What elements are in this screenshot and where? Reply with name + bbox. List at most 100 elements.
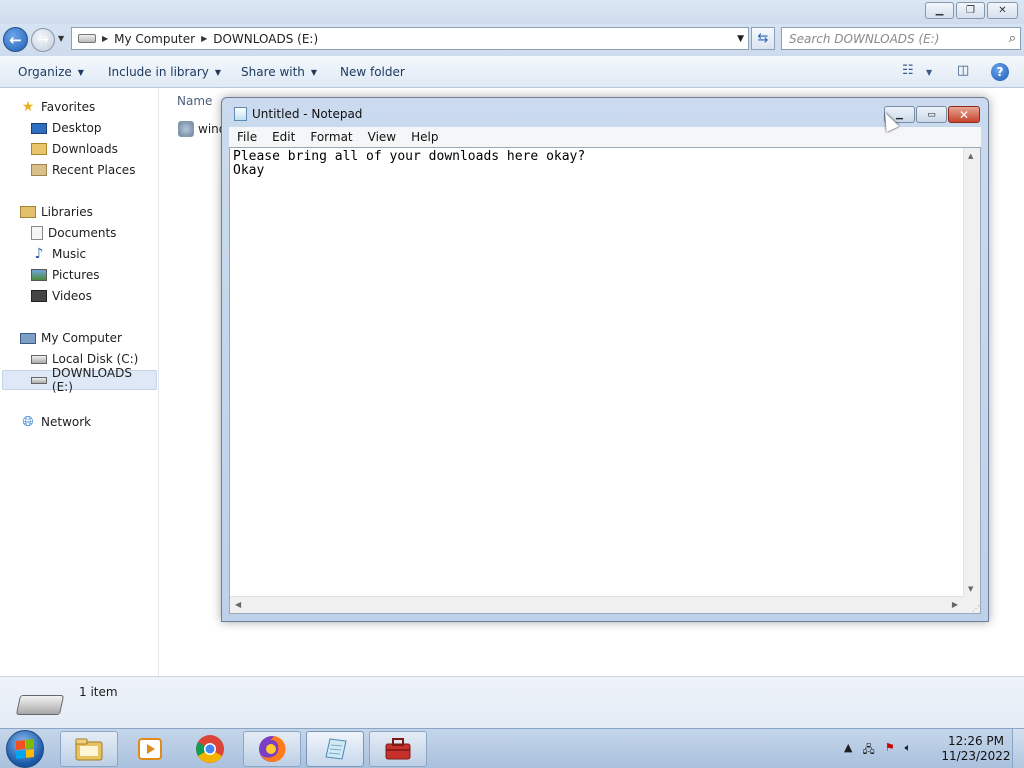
show-desktop-button[interactable] xyxy=(1012,729,1024,768)
desktop-icon xyxy=(31,122,47,134)
nav-pictures-label: Pictures xyxy=(52,268,100,282)
menu-format[interactable]: Format xyxy=(302,130,359,144)
scroll-down-icon[interactable]: ▼ xyxy=(968,585,973,593)
nav-videos[interactable]: Videos xyxy=(0,286,92,306)
chevron-right-icon[interactable]: ▶ xyxy=(201,34,207,43)
notepad-text[interactable]: Please bring all of your downloads here … xyxy=(233,150,585,178)
preview-pane-icon[interactable]: ◫ xyxy=(957,63,969,78)
include-in-library-button[interactable]: Include in library ▼ xyxy=(108,65,221,79)
nav-downloads-drive-label: DOWNLOADS (E:) xyxy=(51,366,132,394)
downloads-folder-icon xyxy=(31,143,47,155)
volume-icon[interactable]: 🔈︎ xyxy=(905,741,912,760)
nav-documents-label: Documents xyxy=(48,226,117,240)
drive-icon xyxy=(78,34,96,43)
search-icon[interactable]: ⌕ xyxy=(1009,31,1016,46)
system-clock[interactable]: 12:26 PM 11/23/2022 xyxy=(936,734,1016,764)
address-bar[interactable]: ▶ My Computer ▶ DOWNLOADS (E:) ▼ xyxy=(71,27,749,50)
network-status-icon[interactable]: 🖧︎ xyxy=(862,741,874,760)
new-folder-button[interactable]: New folder xyxy=(340,65,405,79)
navigation-pane: ★ Favorites Desktop Downloads Recent Pla… xyxy=(0,88,159,676)
chevron-down-icon: ▼ xyxy=(214,67,222,77)
scroll-up-icon[interactable]: ▲ xyxy=(968,152,973,160)
recent-pages-dropdown[interactable]: ▼ xyxy=(58,34,64,43)
forward-button[interactable]: → xyxy=(31,28,55,52)
action-center-icon[interactable]: ⚑ xyxy=(885,741,895,760)
taskbar-toolbox[interactable] xyxy=(369,731,427,767)
media-player-icon xyxy=(138,738,162,760)
notepad-menubar: File Edit Format View Help xyxy=(229,127,981,147)
menu-view[interactable]: View xyxy=(360,130,403,144)
change-view-icon[interactable]: ☷ xyxy=(902,63,914,78)
details-pane: 1 item xyxy=(0,676,1024,728)
taskbar: ▲ 🖧︎ ⚑ 🔈︎ 12:26 PM 11/23/2022 xyxy=(0,728,1024,768)
nav-my-computer[interactable]: My Computer xyxy=(0,328,122,348)
taskbar-media-player[interactable] xyxy=(120,731,178,767)
explorer-titlebar[interactable]: ▁ ❐ ✕ xyxy=(0,0,1024,24)
nav-favorites-label: Favorites xyxy=(41,100,96,114)
show-hidden-icons-icon[interactable]: ▲ xyxy=(844,741,852,760)
nav-recent-places[interactable]: Recent Places xyxy=(0,160,135,180)
nav-downloads-drive-e[interactable]: DOWNLOADS (E:) xyxy=(2,366,157,394)
share-with-label: Share with xyxy=(241,65,305,79)
nav-network[interactable]: 🌐︎ Network xyxy=(0,412,91,432)
nav-downloads-label: Downloads xyxy=(52,142,118,156)
nav-network-label: Network xyxy=(41,415,92,429)
notification-area: ▲ 🖧︎ ⚑ 🔈︎ xyxy=(844,741,911,760)
notepad-icon xyxy=(234,107,247,121)
list-item[interactable]: wind xyxy=(178,121,226,137)
windows-logo-icon xyxy=(16,739,34,759)
help-icon[interactable]: ? xyxy=(991,63,1009,81)
menu-help[interactable]: Help xyxy=(403,130,445,144)
new-folder-label: New folder xyxy=(340,65,405,79)
close-button[interactable]: ✕ xyxy=(987,2,1018,19)
notepad-maximize-button[interactable]: ▭ xyxy=(916,106,947,123)
horizontal-scrollbar[interactable]: ◀ ▶ xyxy=(230,596,963,613)
notepad-close-button[interactable]: ✕ xyxy=(948,106,980,123)
view-options-dropdown[interactable]: ▼ xyxy=(926,68,932,77)
music-icon: ♪ xyxy=(34,246,44,262)
chevron-right-icon[interactable]: ▶ xyxy=(102,34,108,43)
start-button[interactable] xyxy=(6,730,44,768)
star-icon: ★ xyxy=(21,99,35,115)
chevron-down-icon[interactable]: ▼ xyxy=(737,34,744,44)
resize-grip-icon[interactable]: ⋰ xyxy=(963,596,980,613)
nav-music[interactable]: ♪ Music xyxy=(0,244,87,264)
vertical-scrollbar[interactable]: ▲ ▼ xyxy=(963,148,980,597)
breadcrumb-my-computer[interactable]: My Computer xyxy=(114,32,195,46)
organize-button[interactable]: Organize ▼ xyxy=(18,65,84,79)
scroll-right-icon[interactable]: ▶ xyxy=(952,600,958,609)
nav-documents[interactable]: Documents xyxy=(0,223,116,243)
taskbar-firefox[interactable] xyxy=(243,731,301,767)
search-input[interactable] xyxy=(782,28,992,49)
address-row: ← → ▼ ▶ My Computer ▶ DOWNLOADS (E:) ▼ ⇆… xyxy=(0,24,1024,56)
taskbar-chrome[interactable] xyxy=(181,731,239,767)
column-header-name[interactable]: Name xyxy=(177,94,212,108)
refresh-button[interactable]: ⇆ xyxy=(751,27,775,50)
menu-edit[interactable]: Edit xyxy=(264,130,302,144)
nav-favorites[interactable]: ★ Favorites xyxy=(0,97,96,117)
nav-recent-places-label: Recent Places xyxy=(52,163,136,177)
nav-desktop[interactable]: Desktop xyxy=(0,118,102,138)
minimize-button[interactable]: ▁ xyxy=(925,2,954,19)
notepad-titlebar[interactable]: Untitled - Notepad xyxy=(234,107,362,121)
taskbar-explorer[interactable] xyxy=(60,731,118,767)
scroll-left-icon[interactable]: ◀ xyxy=(235,600,241,609)
menu-file[interactable]: File xyxy=(229,130,264,144)
nav-pictures[interactable]: Pictures xyxy=(0,265,100,285)
removable-drive-icon xyxy=(31,376,47,384)
notepad-icon xyxy=(325,738,347,760)
restore-button[interactable]: ❐ xyxy=(956,2,985,19)
breadcrumb-downloads[interactable]: DOWNLOADS (E:) xyxy=(213,32,318,46)
nav-downloads[interactable]: Downloads xyxy=(0,139,118,159)
computer-icon xyxy=(20,332,36,344)
recent-places-icon xyxy=(31,164,47,176)
back-button[interactable]: ← xyxy=(3,27,28,52)
nav-libraries[interactable]: Libraries xyxy=(0,202,93,222)
share-with-button[interactable]: Share with ▼ xyxy=(241,65,317,79)
documents-icon xyxy=(31,226,43,240)
drive-icon xyxy=(15,695,65,715)
taskbar-notepad[interactable] xyxy=(306,731,364,767)
nav-desktop-label: Desktop xyxy=(52,121,102,135)
folder-icon xyxy=(75,738,103,761)
notepad-text-area[interactable]: Please bring all of your downloads here … xyxy=(229,147,981,614)
